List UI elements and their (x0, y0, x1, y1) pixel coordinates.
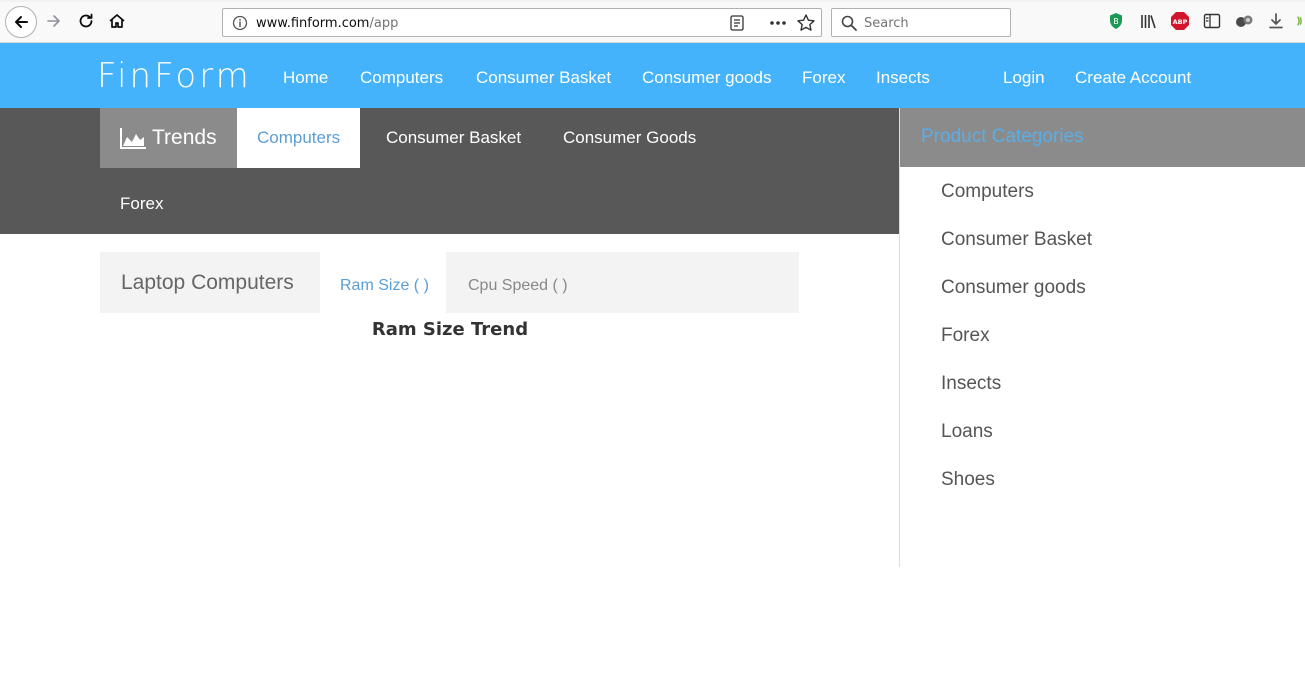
home-icon (109, 14, 125, 28)
adblock-icon[interactable]: ABP (1170, 11, 1190, 31)
panel-title: Product Categories (921, 126, 1084, 147)
forward-icon (47, 15, 60, 27)
reader-icon[interactable] (729, 14, 745, 37)
download-icon[interactable] (1266, 11, 1286, 31)
area-chart-icon (120, 128, 146, 149)
shield-icon[interactable]: B (1106, 11, 1126, 31)
category-item-insects[interactable]: Insects (941, 373, 1001, 395)
tab-forex[interactable]: Forex (120, 174, 163, 234)
browser-toolbar: www.finform.com/app Search B ABP (0, 0, 1305, 43)
nav-consumer-goods[interactable]: Consumer goods (642, 68, 771, 88)
tab-consumer-goods[interactable]: Consumer Goods (563, 108, 696, 168)
tab-consumer-basket[interactable]: Consumer Basket (386, 108, 521, 168)
category-item-consumer-goods[interactable]: Consumer goods (941, 277, 1086, 299)
svg-text:B: B (1113, 17, 1119, 26)
tab-ram-size[interactable]: Ram Size ( ) (320, 252, 446, 313)
nav-login[interactable]: Login (1003, 68, 1045, 88)
back-icon (15, 16, 28, 28)
back-button[interactable] (5, 6, 37, 38)
search-placeholder: Search (864, 16, 909, 31)
site-navbar: FinForm Home Computers Consumer Basket C… (0, 43, 1305, 108)
tab-computers[interactable]: Computers (237, 108, 361, 168)
nav-home[interactable]: Home (283, 68, 328, 88)
forward-button[interactable] (40, 7, 68, 35)
category-item-computers[interactable]: Computers (941, 181, 1034, 203)
url-text[interactable]: www.finform.com/app (256, 16, 398, 31)
address-bar[interactable]: www.finform.com/app (222, 8, 822, 37)
nav-forex[interactable]: Forex (802, 68, 845, 88)
info-icon[interactable] (232, 15, 248, 36)
category-item-forex[interactable]: Forex (941, 325, 990, 347)
trends-label: Trends (152, 126, 217, 149)
chart-title: Ram Size Trend (371, 319, 529, 340)
nav-insects[interactable]: Insects (876, 68, 930, 88)
extension-icon[interactable] (1234, 11, 1254, 31)
tab-cpu-speed[interactable]: Cpu Speed ( ) (446, 252, 799, 313)
svg-text:ABP: ABP (1173, 18, 1188, 26)
overflow-extension-icon[interactable] (1294, 11, 1305, 31)
trends-bar: Trends Computers Consumer Basket Consume… (0, 108, 899, 234)
tab-strip-edge (0, 0, 1305, 2)
home-button[interactable] (103, 7, 131, 35)
product-categories-panel: Product Categories Computers Consumer Ba… (899, 108, 1305, 567)
sidebar-icon[interactable] (1202, 11, 1222, 31)
more-icon[interactable] (768, 14, 788, 37)
library-icon[interactable] (1138, 11, 1158, 31)
reload-button[interactable] (72, 7, 100, 35)
nav-computers[interactable]: Computers (360, 68, 443, 88)
url-path: /app (369, 16, 399, 31)
panel-header: Product Categories (900, 108, 1305, 167)
brand-logo[interactable]: FinForm (97, 56, 252, 96)
category-item-consumer-basket[interactable]: Consumer Basket (941, 229, 1092, 251)
nav-consumer-basket[interactable]: Consumer Basket (476, 68, 611, 88)
url-host: www.finform.com (256, 16, 370, 31)
search-icon (840, 14, 858, 37)
category-item-loans[interactable]: Loans (941, 421, 993, 443)
nav-create-account[interactable]: Create Account (1075, 68, 1191, 88)
star-icon[interactable] (796, 13, 816, 38)
reload-icon (79, 13, 93, 28)
browser-search-bar[interactable]: Search (831, 8, 1011, 37)
section-title-laptop-computers: Laptop Computers (100, 252, 320, 313)
trends-tab[interactable]: Trends (100, 108, 237, 168)
category-item-shoes[interactable]: Shoes (941, 469, 995, 491)
